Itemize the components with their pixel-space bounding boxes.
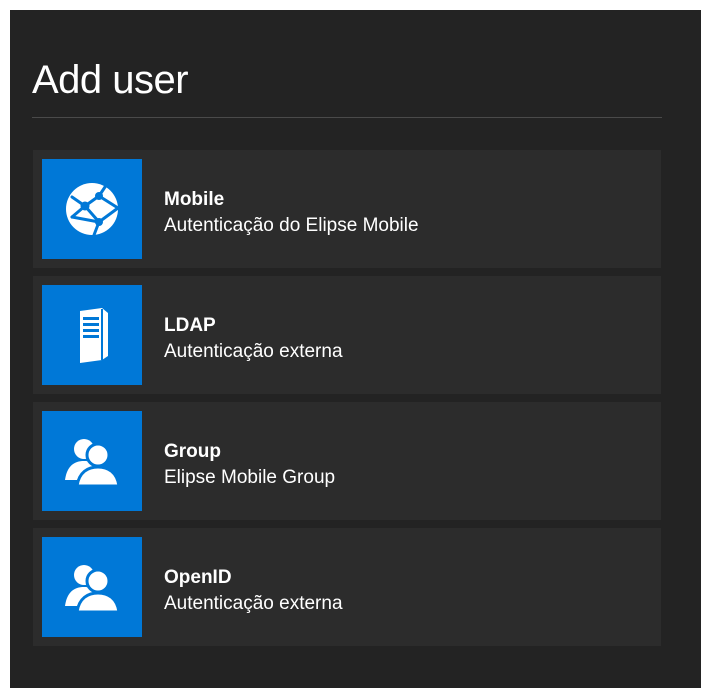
option-ldap[interactable]: LDAP Autenticação externa — [33, 276, 661, 394]
option-description: Autenticação externa — [164, 593, 343, 614]
option-name: Mobile — [164, 189, 225, 210]
users-icon — [65, 439, 120, 486]
auth-option-list: Mobile Autenticação do Elipse Mobile LDA… — [33, 150, 661, 654]
add-user-panel: Add user Mobile Autenticação do Elipse M… — [10, 10, 701, 688]
option-openid[interactable]: OpenID Autenticação externa — [33, 528, 661, 646]
server-icon — [80, 308, 108, 363]
option-text: Group Elipse Mobile Group — [164, 440, 335, 492]
globe-network-icon — [66, 182, 120, 237]
title-divider — [32, 117, 662, 118]
option-tile — [42, 285, 142, 385]
option-name: OpenID — [164, 567, 232, 588]
option-tile — [42, 411, 142, 511]
page-title: Add user — [32, 58, 189, 102]
option-name: Group — [164, 441, 221, 462]
option-tile — [42, 537, 142, 637]
users-icon — [65, 565, 120, 612]
option-group[interactable]: Group Elipse Mobile Group — [33, 402, 661, 520]
option-name: LDAP — [164, 315, 216, 336]
option-description: Autenticação do Elipse Mobile — [164, 215, 419, 236]
option-text: Mobile Autenticação do Elipse Mobile — [164, 188, 419, 240]
option-text: OpenID Autenticação externa — [164, 566, 343, 618]
option-mobile[interactable]: Mobile Autenticação do Elipse Mobile — [33, 150, 661, 268]
option-tile — [42, 159, 142, 259]
option-text: LDAP Autenticação externa — [164, 314, 343, 366]
option-description: Autenticação externa — [164, 341, 343, 362]
option-description: Elipse Mobile Group — [164, 467, 336, 488]
